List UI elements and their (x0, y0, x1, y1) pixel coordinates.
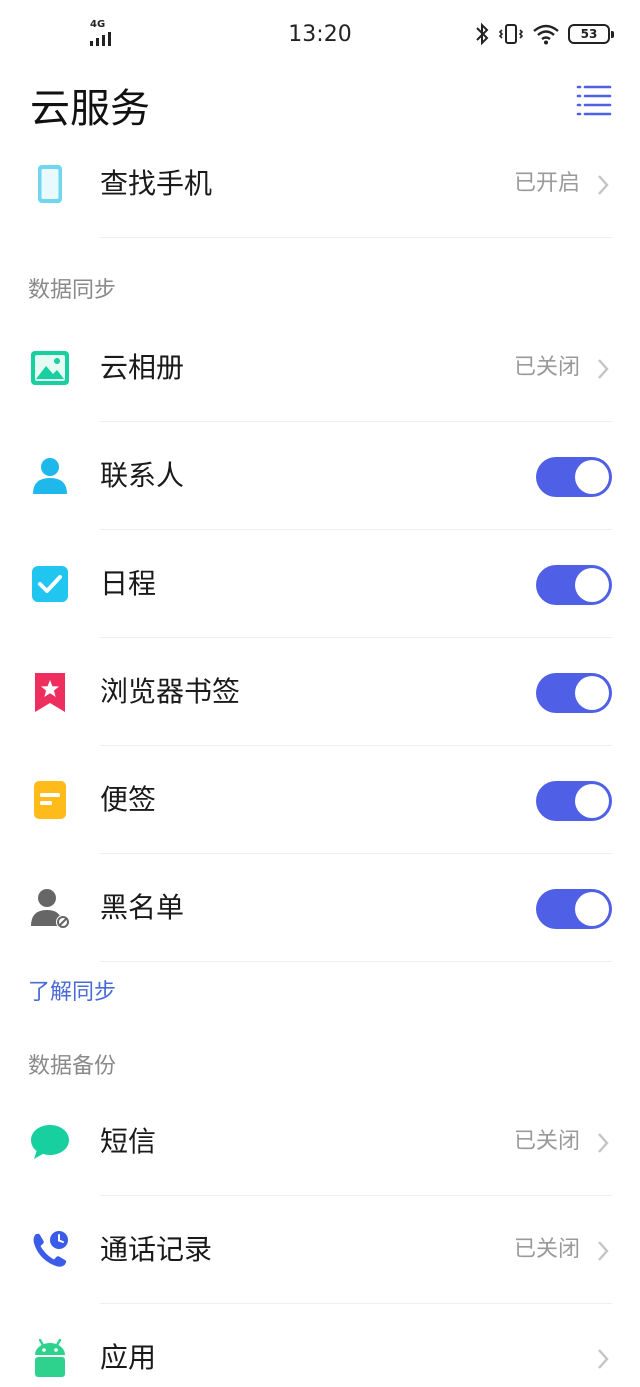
call-log-label: 通话记录 (100, 1233, 213, 1266)
divider (100, 961, 612, 962)
toggle-knob (575, 460, 609, 494)
toggle-knob (575, 892, 609, 926)
call-log-icon (33, 1231, 68, 1267)
find-phone-status: 已开启 (513, 171, 580, 196)
sms-label: 短信 (100, 1125, 157, 1158)
section-title-data-sync: 数据同步 (28, 278, 117, 303)
sms-status: 已关闭 (513, 1129, 580, 1154)
cloud-album-row[interactable]: 云相册 已关闭 (0, 314, 640, 422)
checkbox-icon (32, 566, 68, 602)
notes-row: 便签 (0, 746, 640, 854)
learn-sync-link[interactable]: 了解同步 (28, 974, 116, 1006)
call-log-row[interactable]: 通话记录 已关闭 (0, 1196, 640, 1304)
chevron-right-icon (598, 175, 609, 195)
note-icon (34, 781, 66, 819)
menu-icon[interactable] (576, 84, 612, 116)
message-icon (31, 1125, 69, 1159)
sms-row[interactable]: 短信 已关闭 (0, 1088, 640, 1196)
toggle-knob (575, 676, 609, 710)
contacts-toggle[interactable] (536, 457, 612, 497)
status-icons: 53 (474, 22, 614, 46)
chevron-right-icon (598, 1349, 609, 1369)
toggle-knob (575, 568, 609, 602)
blocked-user-icon (31, 889, 70, 929)
page-title: 云服务 (30, 86, 150, 132)
blacklist-label: 黑名单 (100, 891, 185, 924)
apps-label: 应用 (100, 1341, 157, 1374)
notes-toggle[interactable] (536, 781, 612, 821)
apps-row[interactable]: 应用 (0, 1304, 640, 1387)
call-log-status: 已关闭 (513, 1237, 580, 1262)
calendar-label: 日程 (100, 567, 157, 600)
bluetooth-icon (476, 22, 489, 46)
android-icon (35, 1338, 65, 1377)
phone-icon (38, 165, 62, 203)
chevron-right-icon (598, 1133, 609, 1153)
vibrate-icon (498, 24, 524, 44)
bookmark-icon (35, 673, 65, 712)
cloud-album-label: 云相册 (100, 351, 185, 384)
calendar-row: 日程 (0, 530, 640, 638)
contacts-label: 联系人 (100, 459, 185, 492)
divider (100, 237, 612, 238)
contacts-row: 联系人 (0, 422, 640, 530)
browser-bookmarks-toggle[interactable] (536, 673, 612, 713)
toggle-knob (575, 784, 609, 818)
browser-bookmarks-row: 浏览器书签 (0, 638, 640, 746)
blacklist-toggle[interactable] (536, 889, 612, 929)
chevron-right-icon (598, 1241, 609, 1261)
find-phone-row[interactable]: 查找手机 已开启 (0, 130, 640, 238)
chevron-right-icon (598, 359, 609, 379)
battery-icon: 53 (568, 24, 614, 44)
wifi-icon (533, 24, 559, 45)
notes-label: 便签 (100, 783, 157, 816)
photo-icon (31, 351, 69, 385)
cloud-album-status: 已关闭 (513, 355, 580, 380)
browser-bookmarks-label: 浏览器书签 (100, 675, 241, 708)
status-bar: 4G 13:20 53 (0, 0, 640, 70)
section-title-data-backup: 数据备份 (28, 1054, 117, 1079)
find-phone-label: 查找手机 (100, 167, 213, 200)
contact-icon (33, 458, 67, 494)
blacklist-row: 黑名单 (0, 854, 640, 962)
calendar-toggle[interactable] (536, 565, 612, 605)
